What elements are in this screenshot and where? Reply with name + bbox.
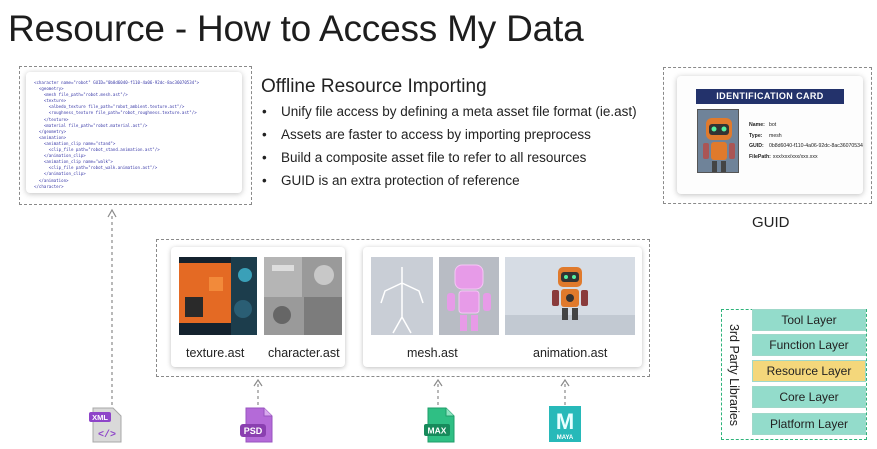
max-file-icon: MAX	[424, 407, 455, 443]
animation-ast-label: animation.ast	[533, 346, 608, 360]
bullet-text: GUID is an extra protection of reference	[281, 173, 520, 188]
skeleton-image	[371, 257, 433, 335]
third-party-label: 3rd Party Libraries	[727, 323, 741, 427]
bullet-glyph: •	[262, 173, 267, 188]
xml-to-meta-arrow	[107, 208, 117, 405]
bullet-glyph: •	[262, 104, 267, 119]
bullet-glyph: •	[262, 150, 267, 165]
third-party-libraries: 3rd Party Libraries	[722, 310, 746, 440]
character-ast-label: character.ast	[268, 346, 340, 360]
id-card-header: IDENTIFICATION CARD	[696, 89, 844, 104]
svg-text:MAX: MAX	[428, 426, 447, 436]
bullet-item: • GUID is an extra protection of referenc…	[262, 172, 637, 195]
mesh-wireframe-thumbnail	[439, 257, 499, 335]
bullet-item: • Build a composite asset file to refer t…	[262, 149, 637, 172]
psd-file-icon: PSD	[240, 407, 273, 443]
robot-photo	[697, 109, 739, 173]
texture-thumbnail	[179, 257, 257, 335]
robot-render-image	[505, 257, 635, 335]
maya-to-animation-arrow	[560, 378, 570, 405]
roughness-map-image	[264, 257, 342, 335]
svg-text:PSD: PSD	[244, 426, 263, 436]
max-to-mesh-arrow	[433, 378, 443, 405]
id-card-fields: Name: bot Type: mesh GUID: 0b8d6040-f110-4a…	[749, 120, 863, 162]
mesh-ast-label: mesh.ast	[407, 346, 458, 360]
robot-portrait-image	[698, 110, 738, 172]
bullet-glyph: •	[262, 127, 267, 142]
importing-bullet-list: • Unify file access by defining a meta as…	[262, 103, 637, 195]
mesh-animation-asset-panel: mesh.ast animation.ast	[363, 247, 642, 367]
svg-text:M: M	[556, 409, 574, 434]
bullet-item: • Unify file access by defining a meta as…	[262, 103, 637, 126]
id-field-filepath: FilePath: xxx/xxx/xxx/xxx.xxx	[749, 153, 818, 160]
bullet-item: • Assets are faster to access by importin…	[262, 126, 637, 149]
id-field-guid: GUID: 0b8d6040-f110-4a06-92dc-8ac36070534	[749, 143, 863, 149]
importing-heading: Offline Resource Importing	[261, 76, 487, 97]
xml-meta-card: <character name="robot" GUID="0b8d6040-f…	[26, 72, 242, 193]
svg-text:XML: XML	[92, 413, 108, 422]
bullet-text: Unify file access by defining a meta ass…	[281, 104, 637, 119]
maya-logo-icon: M MAYA	[549, 406, 581, 442]
id-field-name: Name: bot	[749, 122, 777, 128]
svg-text:MAYA: MAYA	[557, 435, 574, 441]
function-layer: Function Layer	[752, 334, 866, 356]
xml-line: </character>	[34, 183, 64, 189]
svg-text:</>: </>	[98, 429, 116, 441]
id-field-type: Type: mesh	[749, 132, 782, 139]
xml-file-icon: XML </>	[89, 407, 122, 443]
identification-card: IDENTIFICATION CARD Name: bot Type: mesh G…	[677, 76, 863, 194]
wireframe-image	[439, 257, 499, 335]
bullet-text: Assets are faster to access by importing…	[281, 127, 591, 142]
texture-map-image	[179, 257, 257, 335]
platform-layer: Platform Layer	[752, 413, 866, 435]
character-thumbnail	[264, 257, 342, 335]
tool-layer: Tool Layer	[752, 309, 866, 331]
core-layer: Core Layer	[752, 386, 866, 408]
mesh-skeleton-thumbnail	[371, 257, 433, 335]
texture-asset-panel: texture.ast character.ast	[171, 247, 345, 367]
guid-caption: GUID	[752, 214, 790, 231]
psd-to-texture-arrow	[253, 378, 263, 405]
texture-ast-label: texture.ast	[186, 346, 245, 360]
slide-title: Resource - How to Access My Data	[8, 8, 584, 49]
animation-thumbnail	[505, 257, 635, 335]
bullet-text: Build a composite asset file to refer to…	[281, 150, 587, 165]
resource-layer: Resource Layer	[752, 360, 866, 382]
